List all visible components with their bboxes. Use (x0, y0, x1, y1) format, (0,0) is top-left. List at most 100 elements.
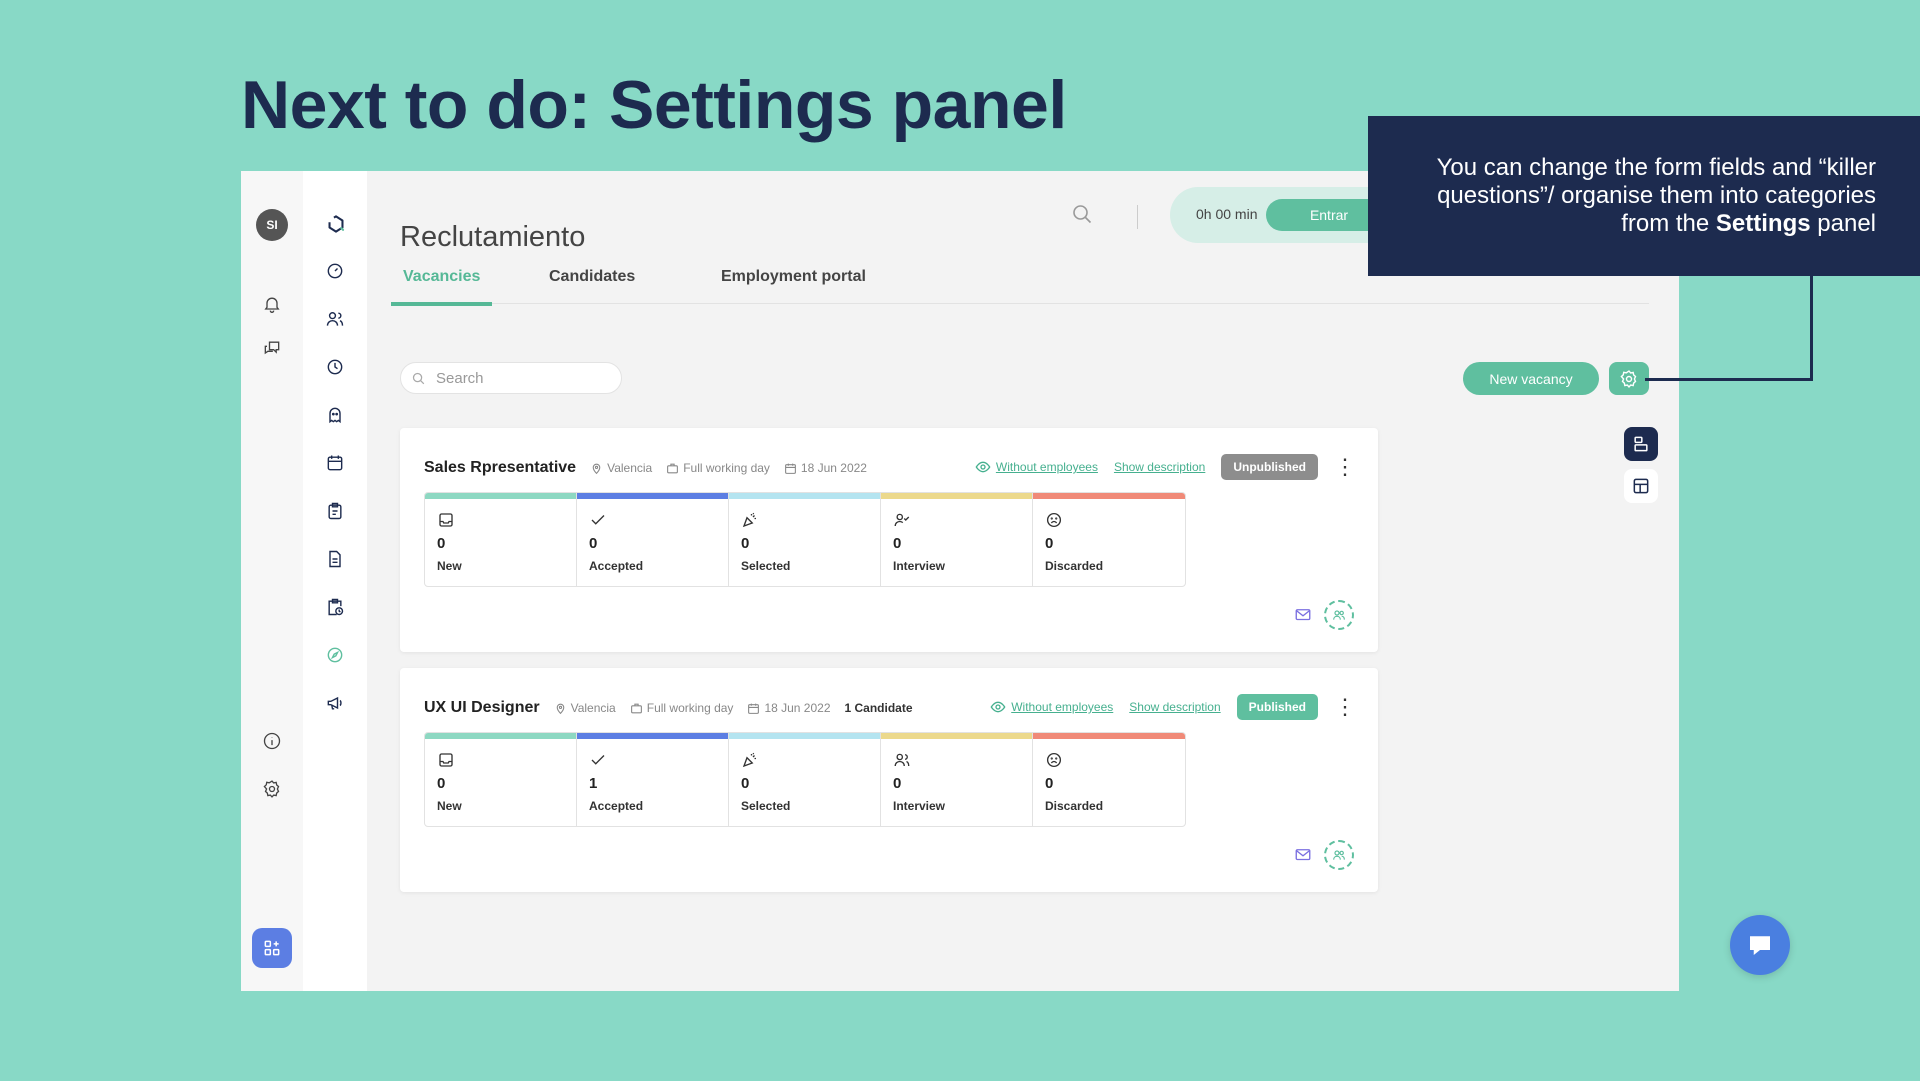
settings-gear-icon[interactable] (259, 776, 285, 802)
location: Valencia (554, 701, 616, 715)
without-employees-text: Without employees (995, 460, 1098, 474)
tab-employment-portal[interactable]: Employment portal (709, 269, 878, 302)
card-view-icon (1634, 436, 1648, 452)
inbox-icon (439, 753, 453, 767)
bell-icon[interactable] (259, 291, 285, 317)
search-input[interactable] (434, 368, 608, 388)
document-icon[interactable] (322, 546, 348, 572)
clipboard-icon[interactable] (322, 498, 348, 524)
party-popper-icon (742, 752, 756, 768)
briefcase-icon (667, 463, 679, 473)
more-options-icon[interactable]: ⋮ (1334, 456, 1356, 478)
calendar-icon[interactable] (322, 450, 348, 476)
info-icon[interactable] (259, 728, 285, 754)
search-icon[interactable] (1070, 202, 1096, 228)
sad-face-icon (1046, 752, 1062, 768)
stage-new[interactable]: 0 New (425, 493, 577, 586)
stage-count: 0 (741, 535, 750, 552)
email-icon[interactable] (1294, 846, 1312, 864)
dashboard-icon[interactable] (322, 258, 348, 284)
megaphone-icon[interactable] (322, 690, 348, 716)
stage-label: Accepted (589, 799, 644, 813)
stage-accepted[interactable]: 0 Accepted (577, 493, 729, 586)
more-options-icon[interactable]: ⋮ (1334, 696, 1356, 718)
stage-interview[interactable]: 0 Interview (881, 493, 1033, 586)
stage-selected[interactable]: 0 Selected (729, 493, 881, 586)
stage-accepted[interactable]: 1 Accepted (577, 733, 729, 826)
schedule: Full working day (666, 461, 770, 475)
logo-icon (319, 207, 353, 241)
vacancy-card[interactable]: Sales Rpresentative Valencia Full workin… (400, 428, 1378, 652)
header-divider (1137, 205, 1138, 229)
users-icon[interactable] (322, 306, 348, 332)
gear-icon (1620, 369, 1637, 388)
check-icon (591, 755, 605, 765)
location-text: Valencia (607, 461, 653, 475)
stage-count: 0 (589, 535, 598, 552)
absence-icon[interactable] (322, 402, 348, 428)
party-popper-icon (742, 512, 756, 528)
support-chat-button[interactable] (1730, 915, 1790, 975)
date: 18 Jun 2022 (747, 701, 831, 715)
page-title: Reclutamiento (400, 221, 586, 253)
global-sidebar: SI (241, 171, 303, 991)
tab-candidates[interactable]: Candidates (537, 269, 647, 302)
new-vacancy-button[interactable]: New vacancy (1463, 362, 1599, 395)
callout-connector (1645, 378, 1813, 381)
without-employees-link[interactable]: Without employees (990, 699, 1113, 715)
assign-users-icon[interactable] (1324, 600, 1354, 630)
chat-icon[interactable] (259, 335, 285, 361)
slide-headline: Next to do: Settings panel (241, 67, 1067, 143)
stage-selected[interactable]: 0 Selected (729, 733, 881, 826)
user-check-icon (894, 513, 910, 527)
clipboard-time-icon[interactable] (322, 594, 348, 620)
stage-count: 1 (589, 775, 598, 792)
schedule-text: Full working day (646, 701, 734, 715)
recruitment-compass-icon[interactable] (322, 642, 348, 668)
stage-count: 0 (741, 775, 750, 792)
table-view-button[interactable] (1624, 469, 1658, 503)
show-description-link[interactable]: Show description (1129, 700, 1220, 714)
search-field[interactable] (400, 362, 622, 394)
stage-count: 0 (437, 535, 446, 552)
clock-icon[interactable] (322, 354, 348, 380)
date-text: 18 Jun 2022 (764, 701, 831, 715)
vacancy-title[interactable]: UX UI Designer (424, 699, 540, 717)
without-employees-text: Without employees (1011, 700, 1114, 714)
briefcase-icon (630, 703, 642, 713)
search-icon (412, 372, 425, 384)
users-icon (894, 753, 910, 767)
stage-label: Accepted (589, 559, 644, 573)
settings-button[interactable] (1609, 362, 1649, 395)
email-icon[interactable] (1294, 606, 1312, 624)
stage-discarded[interactable]: 0 Discarded (1033, 493, 1185, 586)
stage-count: 0 (893, 775, 902, 792)
candidate-count[interactable]: 1 Candidate (845, 701, 913, 715)
stage-interview[interactable]: 0 Interview (881, 733, 1033, 826)
stage-count: 0 (1045, 535, 1054, 552)
stage-label: Discarded (1045, 799, 1104, 813)
calendar-icon (785, 463, 796, 474)
chat-bubble-icon (1750, 936, 1770, 955)
schedule-text: Full working day (683, 461, 770, 475)
user-avatar[interactable]: SI (256, 209, 288, 241)
stage-new[interactable]: 0 New (425, 733, 577, 826)
vacancy-title[interactable]: Sales Rpresentative (424, 459, 576, 477)
sad-face-icon (1046, 512, 1062, 528)
stage-count: 0 (1045, 775, 1054, 792)
stage-label: Interview (893, 799, 946, 813)
stage-label: Interview (893, 559, 946, 573)
tab-vacancies[interactable]: Vacancies (391, 269, 493, 306)
assign-users-icon[interactable] (1324, 840, 1354, 870)
without-employees-link[interactable]: Without employees (975, 459, 1098, 475)
vacancy-card[interactable]: UX UI Designer Valencia Full working day… (400, 668, 1378, 892)
stage-label: New (437, 799, 462, 813)
card-view-button[interactable] (1624, 427, 1658, 461)
show-description-link[interactable]: Show description (1114, 460, 1205, 474)
stage-label: Selected (741, 799, 791, 813)
apps-grid-button[interactable] (252, 928, 292, 968)
callout-connector (1810, 276, 1813, 381)
stage-discarded[interactable]: 0 Discarded (1033, 733, 1185, 826)
eye-icon (975, 461, 991, 473)
pipeline-stages: 0 New 1 Accepted 0 Selected 0 Interview … (424, 732, 1186, 827)
